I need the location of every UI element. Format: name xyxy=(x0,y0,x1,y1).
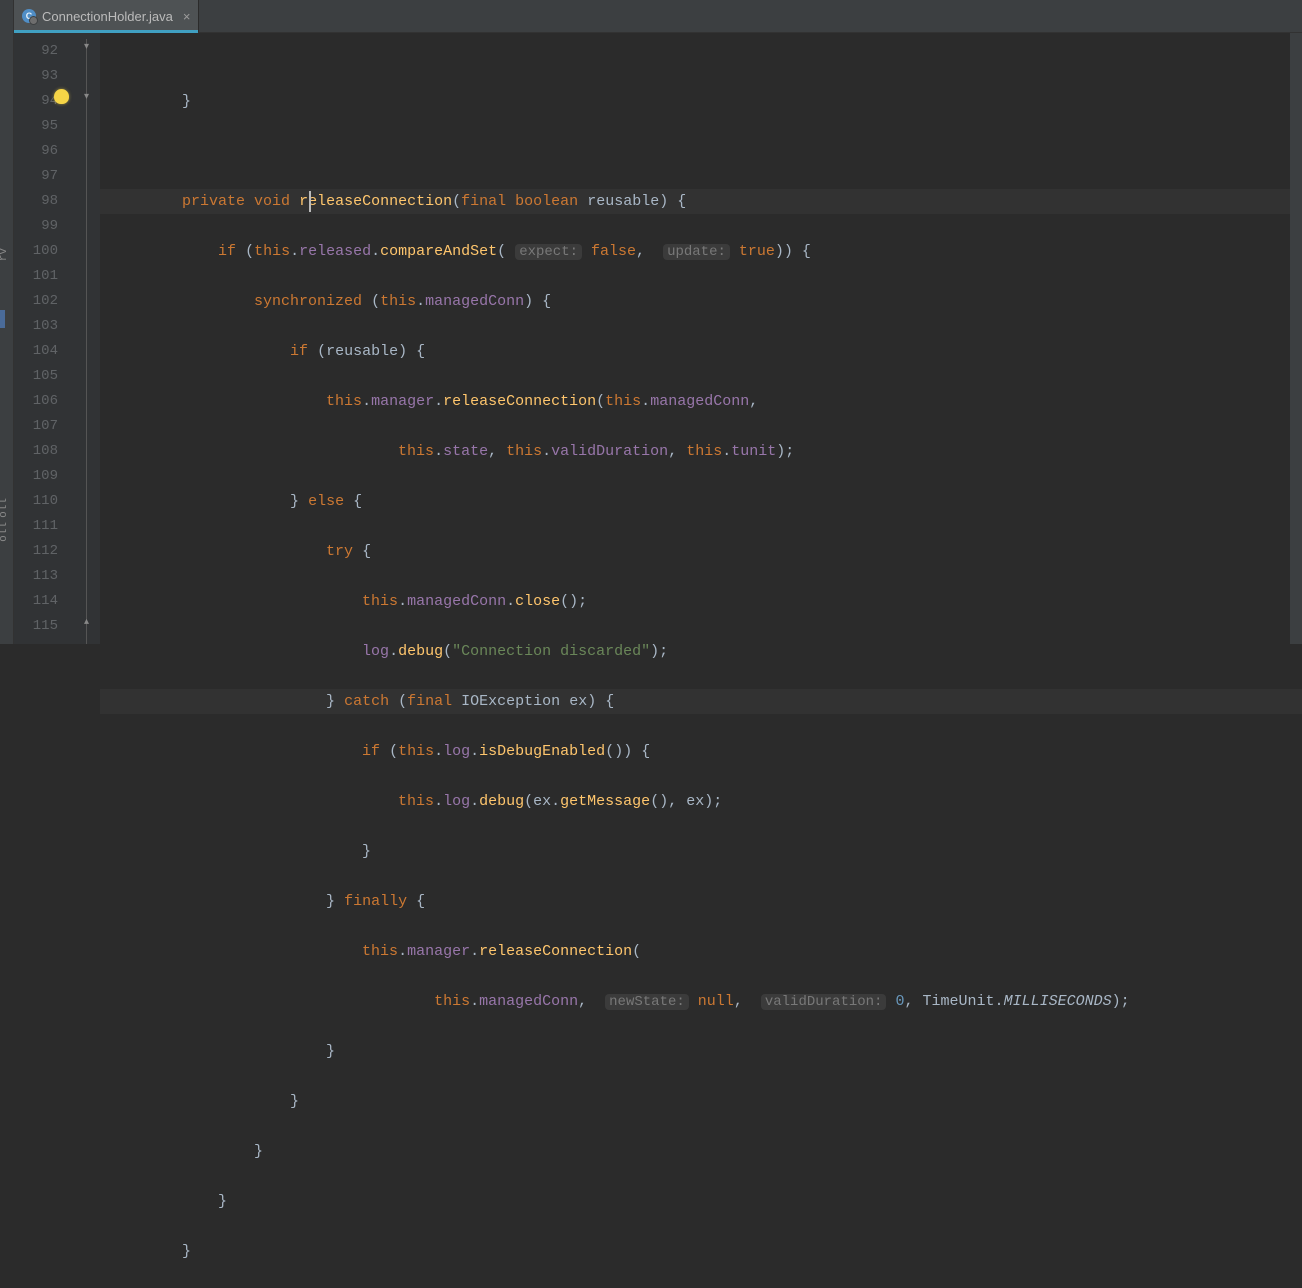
side-label[interactable]: oll xyxy=(0,522,10,542)
line-number: 98 xyxy=(14,189,74,214)
code-line[interactable]: this.log.debug(ex.getMessage(), ex); xyxy=(100,789,1302,814)
code-line[interactable] xyxy=(100,139,1302,164)
code-line[interactable]: if (reusable) { xyxy=(100,339,1302,364)
code-line[interactable]: try { xyxy=(100,539,1302,564)
code-line[interactable]: } xyxy=(100,1089,1302,1114)
code-line[interactable]: if (this.log.isDebugEnabled()) { xyxy=(100,739,1302,764)
line-number: 114 xyxy=(14,589,74,614)
code-line[interactable]: } xyxy=(100,1239,1302,1264)
line-number: 109 xyxy=(14,464,74,489)
line-number: 95 xyxy=(14,114,74,139)
line-number: 93 xyxy=(14,64,74,89)
line-number: 107 xyxy=(14,414,74,439)
code-area[interactable]: } private void releaseConnection(final b… xyxy=(100,33,1302,644)
editor-tab[interactable]: C ConnectionHolder.java × xyxy=(14,0,199,32)
code-line[interactable]: this.state, this.validDuration, this.tun… xyxy=(100,439,1302,464)
fold-collapse-icon[interactable]: ▴ xyxy=(81,618,92,629)
code-line[interactable]: } else { xyxy=(100,489,1302,514)
fold-guide-line xyxy=(86,39,87,644)
side-label[interactable]: rv xyxy=(0,248,10,261)
code-line[interactable]: } finally { xyxy=(100,889,1302,914)
fold-collapse-icon[interactable]: ▾ xyxy=(81,43,92,54)
code-line[interactable]: this.manager.releaseConnection(this.mana… xyxy=(100,389,1302,414)
line-number: 96 xyxy=(14,139,74,164)
code-line[interactable]: } catch (final IOException ex) { xyxy=(100,689,1302,714)
code-line[interactable]: this.managedConn.close(); xyxy=(100,589,1302,614)
fold-collapse-icon[interactable]: ▾ xyxy=(81,93,92,104)
error-stripe-scrollbar[interactable] xyxy=(1290,33,1302,644)
tool-window-strip[interactable]: rv oll oll xyxy=(0,0,14,644)
code-line[interactable]: } xyxy=(100,1139,1302,1164)
code-line[interactable]: } xyxy=(100,1039,1302,1064)
code-line[interactable]: private void releaseConnection(final boo… xyxy=(100,189,1302,214)
tab-filename: ConnectionHolder.java xyxy=(42,9,173,24)
line-number: 101 xyxy=(14,264,74,289)
line-number: 99 xyxy=(14,214,74,239)
code-line[interactable]: synchronized (this.managedConn) { xyxy=(100,289,1302,314)
line-number: 103 xyxy=(14,314,74,339)
line-number: 102 xyxy=(14,289,74,314)
line-number: 115 xyxy=(14,614,74,639)
line-number: 92 xyxy=(14,39,74,64)
line-number: 112 xyxy=(14,539,74,564)
code-line[interactable]: log.debug("Connection discarded"); xyxy=(100,639,1302,664)
code-line[interactable]: } xyxy=(100,89,1302,114)
java-class-icon: C xyxy=(22,9,36,23)
close-tab-icon[interactable]: × xyxy=(179,9,191,24)
code-line[interactable]: } xyxy=(100,1189,1302,1214)
line-number: 113 xyxy=(14,564,74,589)
gutter-folding[interactable]: ▾ ▾ ▴ xyxy=(74,33,100,644)
code-line[interactable]: if (this.released.compareAndSet( expect:… xyxy=(100,239,1302,264)
code-line[interactable]: } xyxy=(100,839,1302,864)
code-editor[interactable]: 9293949596979899100101102103104105106107… xyxy=(14,33,1302,644)
line-number: 97 xyxy=(14,164,74,189)
line-number: 100 xyxy=(14,239,74,264)
line-number: 106 xyxy=(14,389,74,414)
line-number: 108 xyxy=(14,439,74,464)
line-number: 104 xyxy=(14,339,74,364)
intention-bulb-icon[interactable] xyxy=(54,89,69,104)
code-line[interactable]: this.managedConn, newState: null, validD… xyxy=(100,989,1302,1014)
code-line[interactable]: this.manager.releaseConnection( xyxy=(100,939,1302,964)
editor-tab-bar: C ConnectionHolder.java × xyxy=(14,0,1302,33)
line-number: 105 xyxy=(14,364,74,389)
line-number: 110 xyxy=(14,489,74,514)
gutter-line-numbers: 9293949596979899100101102103104105106107… xyxy=(14,33,74,644)
line-number: 111 xyxy=(14,514,74,539)
side-label[interactable]: oll xyxy=(0,498,10,518)
